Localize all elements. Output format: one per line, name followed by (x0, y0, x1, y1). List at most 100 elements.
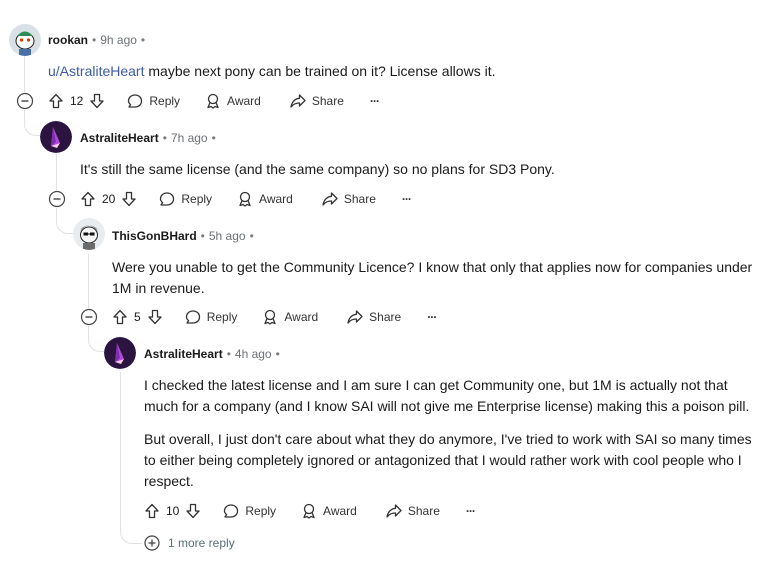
comment-paragraph: But overall, I just don't care about wha… (144, 429, 752, 492)
comment-actions-astraliteheart-reply: 10 Reply Award Share ··· (144, 501, 476, 521)
timestamp[interactable]: 7h ago (171, 131, 208, 145)
share-button[interactable]: Share (347, 309, 401, 325)
award-button[interactable]: Award (301, 503, 357, 519)
upvote-icon[interactable] (144, 503, 160, 519)
award-label: Award (323, 504, 357, 518)
thread-connector-more (120, 372, 142, 544)
upvote-icon[interactable] (80, 191, 96, 207)
separator: • (140, 33, 146, 47)
avatar-rookan[interactable] (9, 24, 41, 56)
reply-label: Reply (149, 94, 181, 108)
thread-connector-level1 (24, 110, 40, 136)
award-label: Award (227, 94, 261, 108)
separator: • (92, 33, 97, 47)
more-options-icon[interactable]: ··· (427, 310, 437, 324)
reply-icon (185, 310, 200, 324)
comment-actions-rookan: 12 Reply Award Share ··· (48, 91, 380, 111)
comment-text: It's still the same license (and the sam… (80, 161, 555, 177)
reply-button[interactable]: Reply (127, 93, 180, 109)
share-button[interactable]: Share (322, 191, 376, 207)
username[interactable]: ThisGonBHard (112, 229, 197, 243)
comment-meta-astraliteheart: AstraliteHeart • 7h ago • (80, 131, 220, 145)
comment-body-thisgonbhard: Were you unable to get the Community Lic… (112, 257, 752, 299)
vote-count: 20 (102, 192, 116, 206)
share-label: Share (407, 504, 440, 518)
award-icon (303, 503, 315, 519)
timestamp[interactable]: 5h ago (209, 229, 246, 243)
comment-text: maybe next pony can be trained on it? Li… (148, 63, 496, 79)
avatar-astraliteheart[interactable] (40, 121, 72, 153)
avatar-astraliteheart[interactable] (104, 337, 136, 369)
timestamp[interactable]: 4h ago (235, 347, 272, 361)
downvote-icon[interactable] (121, 191, 137, 207)
downvote-icon[interactable] (185, 503, 201, 519)
comment-actions-astraliteheart: 20 Reply Award Share ··· (80, 189, 412, 209)
thread-connector-level3 (88, 326, 106, 352)
comment-actions-thisgonbhard: 5 Reply Award Share ··· (112, 307, 437, 327)
reply-label: Reply (206, 310, 238, 324)
expand-icon (144, 535, 160, 551)
separator: • (249, 229, 254, 243)
collapse-icon[interactable] (80, 308, 98, 326)
comment-text-line: 1M in revenue. (112, 280, 205, 296)
share-icon (386, 504, 402, 518)
comment-meta-astraliteheart: AstraliteHeart • 4h ago • (144, 347, 284, 361)
comment-text-line: much for a company (and I know SAI will … (144, 398, 750, 414)
user-mention-link[interactable]: u/AstraliteHeart (48, 63, 144, 79)
share-label: Share (311, 94, 344, 108)
upvote-icon[interactable] (112, 309, 128, 325)
more-replies-label: 1 more reply (168, 536, 235, 550)
separator: • (275, 347, 280, 361)
vote-count: 12 (70, 94, 84, 108)
share-label: Share (343, 192, 376, 206)
comment-text-line: But overall, I just don't care about wha… (144, 431, 752, 447)
share-button[interactable]: Share (290, 93, 344, 109)
more-options-icon[interactable]: ··· (370, 94, 380, 108)
separator: • (226, 347, 231, 361)
comment-body-astraliteheart: I checked the latest license and I am su… (144, 375, 752, 492)
username[interactable]: AstraliteHeart (144, 347, 223, 361)
share-button[interactable]: Share (386, 503, 440, 519)
comment-body-rookan: u/AstraliteHeart maybe next pony can be … (48, 61, 495, 82)
thread-line-level3 (88, 254, 89, 308)
reply-icon (128, 94, 143, 108)
share-icon (322, 192, 338, 206)
share-label: Share (369, 310, 402, 324)
reply-button[interactable]: Reply (185, 309, 238, 325)
collapse-icon[interactable] (16, 92, 34, 110)
more-replies-button[interactable]: 1 more reply (144, 535, 235, 551)
award-label: Award (284, 310, 319, 324)
award-icon (207, 93, 219, 109)
avatar-thisgonbhard[interactable] (73, 218, 105, 250)
more-options-icon[interactable]: ··· (466, 504, 476, 518)
more-options-icon[interactable]: ··· (402, 192, 412, 206)
vote-count: 10 (166, 504, 180, 518)
downvote-icon[interactable] (89, 93, 105, 109)
award-label: Award (259, 192, 293, 206)
reply-icon (224, 504, 239, 518)
thread-line-level1 (24, 56, 25, 92)
separator: • (162, 131, 167, 145)
award-button[interactable]: Award (262, 309, 318, 325)
comment-meta-rookan: rookan • 9h ago • (48, 33, 149, 47)
reply-button[interactable]: Reply (159, 191, 212, 207)
thread-line-level2 (56, 154, 57, 190)
award-button[interactable]: Award (237, 191, 293, 207)
share-icon (290, 94, 306, 108)
upvote-icon[interactable] (48, 93, 64, 109)
username[interactable]: rookan (48, 33, 88, 47)
comment-text-line: to either being completely ignored or an… (144, 452, 742, 468)
timestamp[interactable]: 9h ago (100, 33, 137, 47)
reply-icon (160, 192, 175, 206)
collapse-icon[interactable] (48, 190, 66, 208)
username[interactable]: AstraliteHeart (80, 131, 159, 145)
reply-label: Reply (181, 192, 213, 206)
reply-label: Reply (245, 504, 277, 518)
reply-button[interactable]: Reply (223, 503, 276, 519)
award-icon (264, 309, 277, 325)
award-icon (239, 191, 251, 207)
downvote-icon[interactable] (147, 309, 163, 325)
vote-count: 5 (134, 310, 141, 324)
comment-body-astraliteheart: It's still the same license (and the sam… (80, 159, 555, 180)
award-button[interactable]: Award (205, 93, 261, 109)
